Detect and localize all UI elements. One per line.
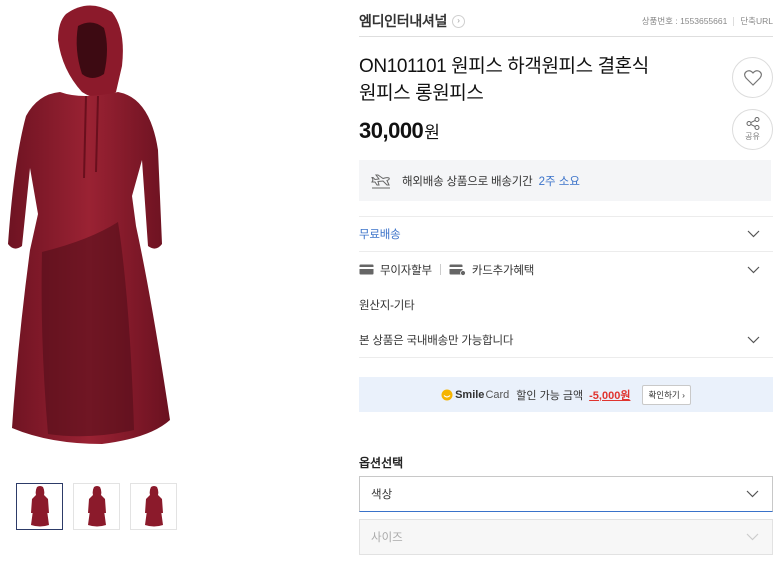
chevron-down-icon [747, 230, 760, 238]
overseas-shipping-text: 해외배송 상품으로 배송기간 [402, 175, 533, 188]
smilecard-confirm-button[interactable]: 확인하기 › [642, 384, 691, 405]
origin-label: 원산지-기타 [359, 299, 415, 312]
smilecard-logo-sub: Card [485, 388, 510, 401]
overseas-shipping-notice: 해외배송 상품으로 배송기간 2주 소요 [359, 160, 771, 201]
size-select-label: 사이즈 [371, 532, 403, 544]
smile-icon [441, 389, 453, 400]
card-benefit-label: 카드추가혜택 [471, 264, 535, 277]
thumbnail-2[interactable] [73, 483, 120, 530]
installment-label: 무이자할부 [380, 264, 432, 277]
seller-row: 엠디인터내셔널 › 상품번호 : 1553655661 단축URL [359, 10, 773, 32]
free-shipping-label: 무료배송 [359, 228, 401, 241]
origin-row: 원산지-기타 [359, 287, 773, 322]
chevron-down-icon [747, 266, 760, 274]
free-shipping-row[interactable]: 무료배송 [359, 216, 773, 251]
chevron-down-icon [746, 490, 759, 498]
share-button[interactable]: 공유 [732, 109, 773, 150]
product-title-line-1: ON101101 원피스 하객원피스 결혼식 [359, 56, 649, 77]
product-price: 30,000원 [359, 118, 440, 144]
airplane-icon [371, 173, 391, 189]
product-title-line-2: 원피스 롱원피스 [359, 83, 484, 104]
like-button[interactable] [732, 57, 773, 98]
seller-name-link[interactable]: 엠디인터내셔널 [359, 11, 447, 31]
product-info-panel: 엠디인터내셔널 › 상품번호 : 1553655661 단축URL ON1011… [359, 0, 773, 562]
share-icon [746, 117, 759, 130]
smilecard-logo: Smile Card [441, 389, 509, 401]
smilecard-discount-banner: Smile Card 할인 가능 금액 -5,000원 확인하기 › [359, 377, 773, 412]
card-benefit-item: 카드추가혜택 [449, 262, 534, 278]
installment-item: 무이자할부 [359, 262, 432, 278]
overseas-shipping-period: 2주 소요 [538, 175, 580, 188]
color-select[interactable]: 색상 [359, 476, 773, 512]
header-divider [359, 36, 773, 37]
domestic-shipping-row[interactable]: 본 상품은 국내배송만 가능합니다 [359, 322, 773, 357]
product-title: ON101101 원피스 하객원피스 결혼식 원피스 롱원피스 [359, 53, 699, 107]
chevron-down-icon [746, 533, 759, 541]
short-url-button[interactable]: 단축URL [740, 15, 773, 27]
row-divider [359, 357, 773, 358]
smilecard-logo-main: Smile [455, 388, 485, 401]
main-product-image [0, 0, 200, 462]
card-plus-icon [449, 264, 466, 276]
meta-divider [733, 16, 735, 26]
payment-benefits-row[interactable]: 무이자할부 카드추가혜택 [359, 252, 773, 287]
card-icon [359, 264, 374, 275]
price-value: 30,000 [359, 118, 424, 143]
options-title: 옵션선택 [359, 456, 404, 470]
product-meta: 상품번호 : 1553655661 단축URL [642, 15, 773, 27]
product-number: 상품번호 : 1553655661 [641, 16, 728, 26]
smilecard-amount: -5,000원 [589, 389, 631, 402]
color-select-label: 색상 [371, 489, 393, 501]
heart-icon [743, 69, 762, 86]
thumbnail-3[interactable] [130, 483, 177, 530]
chevron-down-icon [747, 336, 760, 344]
size-select[interactable]: 사이즈 [359, 519, 773, 555]
pay-divider [439, 264, 441, 275]
share-label: 공유 [745, 132, 760, 141]
thumbnail-strip [16, 483, 177, 530]
price-currency: 원 [424, 123, 440, 142]
thumbnail-1[interactable] [16, 483, 63, 530]
domestic-shipping-label: 본 상품은 국내배송만 가능합니다 [359, 334, 514, 347]
smilecard-label: 할인 가능 금액 [516, 389, 584, 402]
chevron-right-icon[interactable]: › [452, 14, 466, 28]
